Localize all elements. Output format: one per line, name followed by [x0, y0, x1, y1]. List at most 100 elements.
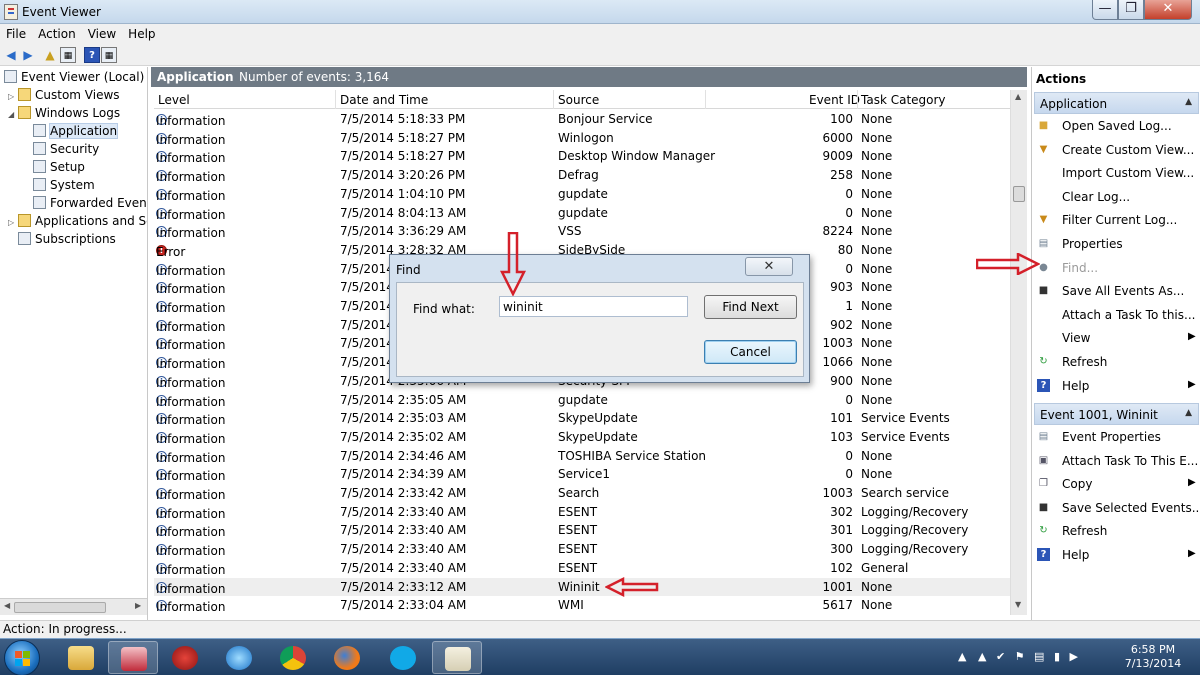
- collapse-caret-icon[interactable]: ▲: [1185, 97, 1192, 107]
- table-row[interactable]: i Information 7/5/2014 2:33:40 AM ESENT 102 G…: [154, 559, 1010, 578]
- table-row[interactable]: i Information 7/5/2014 5:18:27 PM Desktop W…: [154, 147, 1010, 166]
- menu-help[interactable]: Help: [122, 24, 161, 41]
- table-row[interactable]: i Information 7/5/2014 2:35:03 AM SkypeUpda…: [154, 409, 1010, 428]
- table-row[interactable]: i Information 7/5/2014 3:36:29 AM VSS 8224 No…: [154, 222, 1010, 241]
- tree-item-application[interactable]: Application: [33, 122, 119, 140]
- action-refresh[interactable]: ↻ Refresh: [1036, 521, 1196, 541]
- collapse-icon[interactable]: ◢: [8, 106, 16, 124]
- action-help[interactable]: ? Help ▶: [1036, 376, 1196, 396]
- column-divider[interactable]: [553, 90, 554, 109]
- cancel-button[interactable]: Cancel: [704, 340, 797, 364]
- dialog-close-button[interactable]: ✕: [745, 257, 793, 276]
- start-button[interactable]: [4, 640, 40, 675]
- table-row[interactable]: i Information 7/5/2014 1:04:10 PM gupdate 0 N…: [154, 185, 1010, 204]
- tree-item-custom-views[interactable]: ▷ Custom Views: [8, 86, 120, 104]
- action-refresh[interactable]: ↻ Refresh: [1036, 352, 1196, 372]
- action-event-properties[interactable]: ▤ Event Properties: [1036, 427, 1196, 447]
- events-vertical-scrollbar[interactable]: ▲ ▼: [1010, 90, 1027, 615]
- tree-item-windows-logs[interactable]: ◢ Windows Logs: [8, 104, 120, 122]
- scroll-thumb[interactable]: [1013, 186, 1025, 202]
- scroll-left-icon[interactable]: ◀: [4, 601, 10, 610]
- maximize-button[interactable]: ❐: [1118, 0, 1144, 20]
- action-copy[interactable]: ❐ Copy ▶: [1036, 474, 1196, 494]
- table-row[interactable]: i Information 7/5/2014 3:20:26 PM Defrag 258…: [154, 166, 1010, 185]
- tree-item-applications-and-services[interactable]: ▷Applications and Serv: [8, 212, 147, 232]
- collapse-caret-icon[interactable]: ▲: [1185, 408, 1192, 418]
- taskbar-paint[interactable]: [108, 641, 158, 674]
- security-icon[interactable]: ✔: [996, 650, 1005, 663]
- menu-action[interactable]: Action: [32, 24, 82, 41]
- menu-view[interactable]: View: [82, 24, 122, 41]
- table-row[interactable]: i Information 7/5/2014 2:33:40 AM ESENT 301 L…: [154, 521, 1010, 540]
- action-help[interactable]: ? Help ▶: [1036, 545, 1196, 565]
- tree-item-setup[interactable]: Setup: [33, 158, 85, 176]
- back-arrow-icon[interactable]: ◀: [3, 47, 19, 63]
- taskbar-internet-explorer[interactable]: [214, 641, 264, 674]
- scroll-thumb[interactable]: [14, 602, 106, 613]
- table-row[interactable]: i Information 7/5/2014 5:18:27 PM Winlogon 6…: [154, 129, 1010, 148]
- taskbar-event-viewer[interactable]: [432, 641, 482, 674]
- find-next-button[interactable]: Find Next: [704, 295, 797, 319]
- table-row[interactable]: i Information 7/5/2014 2:33:12 AM Wininit 10…: [154, 577, 1010, 597]
- table-row[interactable]: i Information 7/5/2014 2:35:02 AM SkypeUpda…: [154, 428, 1010, 447]
- menu-file[interactable]: File: [0, 24, 32, 41]
- show-hidden-icons-icon[interactable]: ▲: [958, 650, 966, 663]
- action-clear-log[interactable]: Clear Log...: [1036, 187, 1196, 207]
- column-divider[interactable]: [857, 90, 858, 109]
- action-open-saved-log[interactable]: ■ Open Saved Log...: [1036, 116, 1196, 136]
- action-create-custom-view[interactable]: ▼ Create Custom View...: [1036, 140, 1196, 160]
- flag-icon[interactable]: ⚑: [1015, 650, 1025, 663]
- taskbar-skype[interactable]: [378, 641, 428, 674]
- table-row[interactable]: i Information 7/5/2014 5:18:33 PM Bonjour S…: [154, 110, 1010, 129]
- action-save-selected-events[interactable]: ■ Save Selected Events...: [1036, 498, 1200, 518]
- column-source[interactable]: Source: [558, 93, 599, 107]
- signal-icon[interactable]: ▤: [1034, 650, 1044, 663]
- expand-icon[interactable]: ▷: [8, 214, 16, 232]
- scroll-down-icon[interactable]: ▼: [1015, 600, 1021, 609]
- close-button[interactable]: ✕: [1144, 0, 1192, 20]
- minimize-button[interactable]: —: [1092, 0, 1118, 20]
- action-attach-a-task-to-this[interactable]: Attach a Task To this...: [1036, 305, 1196, 325]
- tree-item-forwarded-events[interactable]: Forwarded Events: [33, 194, 147, 212]
- tree-item-subscriptions[interactable]: Subscriptions: [18, 230, 116, 248]
- battery-icon[interactable]: ▮: [1054, 650, 1060, 663]
- network-icon[interactable]: ▲: [978, 650, 986, 663]
- action-filter-current-log[interactable]: ▼ Filter Current Log...: [1036, 210, 1196, 230]
- scroll-right-icon[interactable]: ▶: [135, 601, 141, 610]
- taskbar-chrome[interactable]: [268, 641, 318, 674]
- action-properties[interactable]: ▤ Properties: [1036, 234, 1196, 254]
- column-date-and-time[interactable]: Date and Time: [340, 93, 428, 107]
- clock[interactable]: 6:58 PM 7/13/2014: [1118, 643, 1188, 671]
- column-task-category[interactable]: Task Category: [861, 93, 946, 107]
- tree-item-security[interactable]: Security: [33, 140, 99, 158]
- taskbar-pokerstars[interactable]: [160, 641, 210, 674]
- column-divider[interactable]: [705, 90, 706, 109]
- find-what-input[interactable]: [499, 296, 688, 317]
- action-attach-task-to-this-e[interactable]: ▣ Attach Task To This E...: [1036, 451, 1199, 471]
- table-row[interactable]: i Information 7/5/2014 2:33:40 AM ESENT 302 L…: [154, 503, 1010, 522]
- table-row[interactable]: i Information 7/5/2014 2:34:39 AM Service1 0…: [154, 465, 1010, 484]
- help-icon[interactable]: ?: [84, 47, 100, 63]
- action-save-all-events-as[interactable]: ■ Save All Events As...: [1036, 281, 1196, 301]
- action-find[interactable]: ● Find...: [1036, 258, 1196, 278]
- column-event-id[interactable]: Event ID: [809, 93, 860, 107]
- table-row[interactable]: i Information 7/5/2014 2:35:05 AM gupdate 0 N…: [154, 391, 1010, 410]
- taskbar-explorer[interactable]: [56, 641, 106, 674]
- column-divider[interactable]: [335, 90, 336, 109]
- show-hide-tree-icon[interactable]: ▦: [60, 47, 76, 63]
- tree-item-event-viewer-local[interactable]: Event Viewer (Local): [4, 68, 144, 86]
- table-row[interactable]: i Information 7/5/2014 2:33:04 AM WMI 5617 No…: [154, 596, 1010, 615]
- table-row[interactable]: i Information 7/5/2014 2:33:40 AM ESENT 300 L…: [154, 540, 1010, 559]
- actions-section-event[interactable]: Event 1001, Wininit ▲: [1034, 403, 1199, 425]
- forward-arrow-icon[interactable]: ▶: [20, 47, 36, 63]
- tree-item-system[interactable]: System: [33, 176, 95, 194]
- table-row[interactable]: i Information 7/5/2014 2:33:42 AM Search 100…: [154, 484, 1010, 503]
- action-import-custom-view[interactable]: Import Custom View...: [1036, 163, 1196, 183]
- table-row[interactable]: i Information 7/5/2014 8:04:13 AM gupdate 0 N…: [154, 204, 1010, 223]
- action-view[interactable]: View ▶: [1036, 328, 1196, 348]
- up-folder-icon[interactable]: ▲: [42, 47, 58, 63]
- tree-horizontal-scrollbar[interactable]: ◀ ▶: [0, 598, 147, 615]
- scroll-up-icon[interactable]: ▲: [1015, 92, 1021, 101]
- column-level[interactable]: Level: [158, 93, 190, 107]
- show-hide-action-pane-icon[interactable]: ▦: [101, 47, 117, 63]
